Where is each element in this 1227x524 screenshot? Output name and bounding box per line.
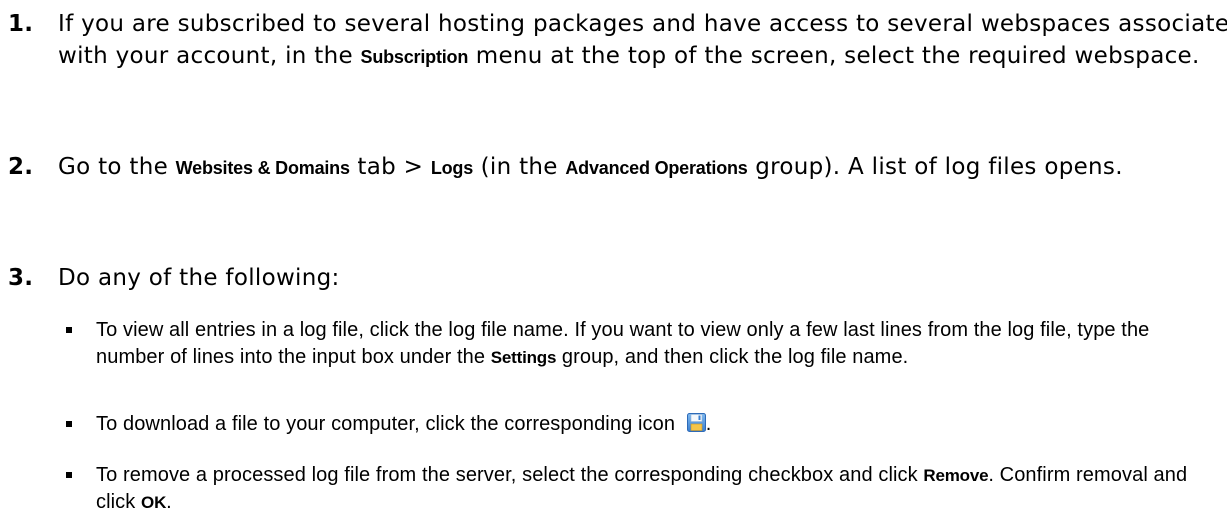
- ui-term-settings: Settings: [490, 348, 557, 367]
- bullet-marker: [66, 421, 72, 427]
- step-number: 1.: [8, 11, 34, 37]
- bullet-text: To remove a processed log file from the …: [96, 464, 924, 486]
- step-3: 3. Do any of the following:: [0, 262, 1227, 294]
- step-text: Go to the: [58, 154, 176, 180]
- step-text: menu at the top of the screen, select th…: [468, 43, 1200, 69]
- ui-term-subscription: Subscription: [360, 47, 469, 67]
- step-number: 3.: [8, 265, 34, 291]
- step-text: group). A list of log files opens.: [747, 154, 1123, 180]
- bullet-text: .: [166, 491, 172, 513]
- step-text: Do any of the following:: [58, 265, 340, 291]
- ui-term-logs: Logs: [430, 158, 474, 178]
- bullet-marker: [66, 327, 72, 333]
- step-2: 2. Go to the Websites & Domains tab > Lo…: [0, 151, 1227, 184]
- save-icon: [686, 413, 706, 432]
- bullet-text: To download a file to your computer, cli…: [96, 413, 681, 435]
- bullet-text: group, and then click the log file name.: [556, 346, 909, 368]
- bullet-marker: [66, 472, 72, 478]
- bullet-item: To download a file to your computer, cli…: [66, 411, 1206, 438]
- bullet-item: To remove a processed log file from the …: [66, 462, 1206, 516]
- ui-term-advanced-operations: Advanced Operations: [565, 158, 748, 178]
- step-text: (in the: [473, 154, 566, 180]
- step-1: 1. If you are subscribed to several host…: [0, 8, 1227, 73]
- step-text: tab >: [349, 154, 431, 180]
- step-number: 2.: [8, 154, 34, 180]
- ui-term-websites-domains: Websites & Domains: [175, 158, 350, 178]
- ui-term-ok: OK: [141, 493, 167, 512]
- ui-term-remove: Remove: [923, 466, 989, 485]
- bullet-text: .: [705, 413, 712, 435]
- bullet-item: To view all entries in a log file, click…: [66, 317, 1206, 371]
